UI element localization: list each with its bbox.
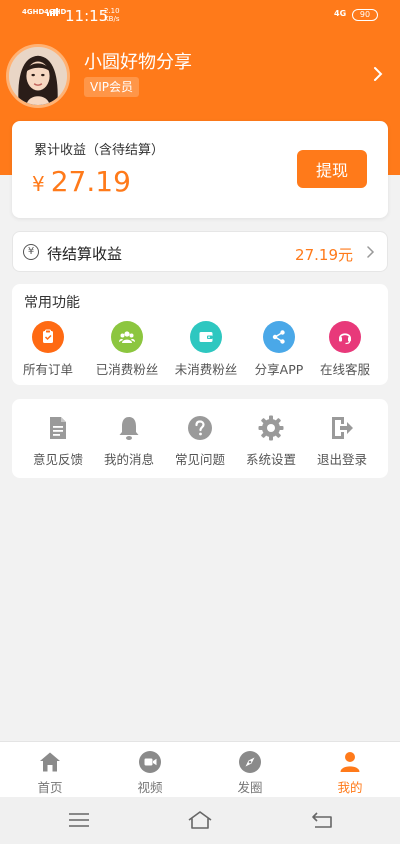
earnings-amount: ¥27.19 (32, 165, 131, 198)
user-icon (340, 752, 360, 772)
question-icon (188, 416, 212, 440)
set-logout[interactable]: 退出登录 (304, 414, 380, 468)
set-label: 退出登录 (316, 452, 367, 467)
set-faq[interactable]: 常见问题 (162, 414, 238, 468)
vip-badge: VIP会员 (84, 77, 139, 97)
sim1-label: 4G (22, 8, 33, 16)
speed-value: 2.10 (104, 7, 120, 15)
wallet-icon (190, 321, 222, 353)
yen-circle-icon: ¥ (23, 244, 39, 260)
func-all-orders[interactable]: 所有订单 (10, 321, 86, 378)
battery-icon: 90 (352, 9, 378, 21)
chevron-right-icon (367, 246, 375, 258)
tab-label: 我的 (337, 780, 363, 795)
set-messages[interactable]: 我的消息 (91, 414, 167, 468)
earnings-label: 累计收益（含待结算） (34, 143, 165, 158)
system-nav-bar (0, 797, 400, 844)
func-online-service[interactable]: 在线客服 (307, 321, 383, 378)
sim1-sub: HD (32, 8, 45, 16)
fans-consumed-icon (111, 321, 143, 353)
settings-card: 意见反馈 我的消息 常见问题 系统设置 退出登录 (12, 399, 388, 478)
set-feedback[interactable]: 意见反馈 (20, 414, 96, 468)
withdraw-button[interactable]: 提现 (297, 150, 367, 188)
currency-symbol: ¥ (32, 172, 45, 196)
feedback-icon (50, 417, 66, 439)
tab-mine[interactable]: 我的 (310, 750, 390, 796)
func-fans-unconsumed[interactable]: 未消费粉丝 (168, 321, 244, 378)
common-functions-card: 常用功能 所有订单 已消费粉丝 未消费粉丝 分享APP 在线客服 (12, 284, 388, 385)
home-icon (40, 752, 60, 772)
tab-home[interactable]: 首页 (10, 750, 90, 796)
func-fans-consumed[interactable]: 已消费粉丝 (89, 321, 165, 378)
user-name: 小圆好物分享 (84, 52, 192, 73)
orders-icon (32, 321, 64, 353)
sim2-label: 4G (44, 8, 55, 16)
set-label: 系统设置 (245, 452, 296, 467)
pending-value: 27.19元 (295, 246, 353, 264)
menu-icon[interactable] (66, 808, 92, 832)
logout-icon (332, 417, 353, 439)
network-type: 4G (334, 9, 347, 18)
clock: 11:15 (65, 7, 109, 25)
back-icon[interactable] (309, 808, 335, 832)
compass-icon (239, 751, 261, 773)
earnings-card: 累计收益（含待结算） ¥27.19 提现 (12, 121, 388, 218)
bottom-tab-bar: 首页 视频 发圈 我的 (0, 741, 400, 797)
set-system-settings[interactable]: 系统设置 (233, 414, 309, 468)
speed-unit: KB/s (104, 15, 120, 23)
sim2-signal: 4GHD (44, 8, 66, 16)
video-icon (139, 751, 161, 773)
tab-video[interactable]: 视频 (110, 750, 190, 796)
func-label: 未消费粉丝 (174, 362, 238, 377)
home-nav-icon[interactable] (187, 808, 213, 832)
set-label: 意见反馈 (32, 452, 83, 467)
func-label: 分享APP (254, 362, 304, 377)
network-speed: 2.10 KB/s (104, 7, 120, 23)
section-title: 常用功能 (24, 295, 80, 311)
set-label: 我的消息 (103, 452, 154, 467)
tab-label: 发圈 (237, 780, 263, 795)
pending-label: 待结算收益 (47, 245, 123, 263)
tab-label: 首页 (37, 780, 63, 795)
earnings-value: 27.19 (50, 165, 131, 198)
status-bar: 4GHD 4GHD 11:15 2.10 KB/s 4G 90 (0, 0, 400, 32)
tab-moments[interactable]: 发圈 (210, 750, 290, 796)
tab-label: 视频 (137, 780, 163, 795)
profile-header[interactable]: 小圆好物分享 VIP会员 (0, 38, 400, 112)
gear-icon (258, 415, 284, 441)
func-label: 在线客服 (319, 362, 370, 377)
func-share-app[interactable]: 分享APP (241, 321, 317, 378)
func-label: 所有订单 (22, 362, 73, 377)
bell-icon (119, 417, 139, 440)
share-icon (263, 321, 295, 353)
chevron-right-icon[interactable] (370, 64, 386, 84)
avatar[interactable] (6, 44, 70, 108)
func-label: 已消费粉丝 (95, 362, 159, 377)
avatar-photo-icon (9, 47, 67, 105)
set-label: 常见问题 (174, 452, 225, 467)
headset-icon (329, 321, 361, 353)
pending-earnings-row[interactable]: ¥ 待结算收益 27.19元 (12, 231, 388, 272)
